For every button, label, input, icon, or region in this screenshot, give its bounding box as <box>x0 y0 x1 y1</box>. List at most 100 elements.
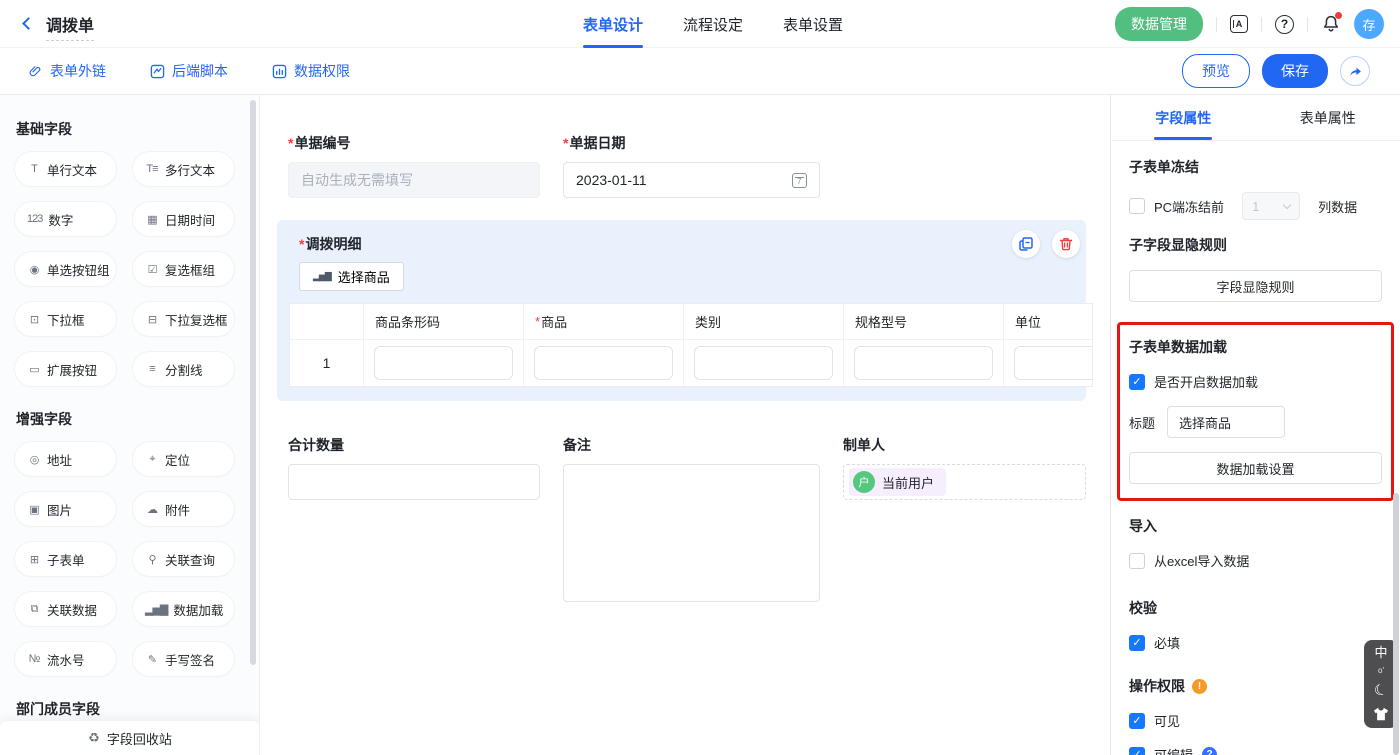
properties-panel: 字段属性 表单属性 子表单冻结 PC端冻结前 1 列数据 子字段显隐规则 字段显… <box>1110 95 1400 755</box>
field-doc-date[interactable]: *单据日期 2023-01-11 <box>563 133 820 198</box>
column-header-category: 类别 <box>684 304 844 340</box>
palette-section-title: 增强字段 <box>16 409 247 429</box>
palette-item-attachment[interactable]: ☁附件 <box>132 491 235 527</box>
sidebar-sections: 基础字段T单行文本T≡多行文本123数字▦日期时间◉单选按钮组☑复选框组⊡下拉框… <box>0 95 259 755</box>
palette-item-divider[interactable]: ≡分割线 <box>132 351 235 387</box>
backend-script[interactable]: 后端脚本 <box>150 61 228 81</box>
freeze-checkbox[interactable] <box>1129 198 1145 214</box>
tab-form-design[interactable]: 表单设计 <box>583 0 643 48</box>
permission-checkbox-0[interactable]: ✓ <box>1129 713 1145 729</box>
permission-checkbox-1[interactable]: ✓ <box>1129 747 1145 755</box>
field-total-qty[interactable]: 合计数量 <box>288 435 540 602</box>
creator-field[interactable]: 户 当前用户 <box>843 464 1086 500</box>
number-icon: 123 <box>27 213 42 225</box>
palette-item-data-load[interactable]: ▂▅▇数据加载 <box>132 591 235 627</box>
palette-item-radio-group[interactable]: ◉单选按钮组 <box>14 251 117 287</box>
language-icon[interactable]: 中 <box>1374 647 1387 659</box>
total-qty-input[interactable] <box>288 464 540 500</box>
enable-data-load-checkbox[interactable]: ✓ <box>1129 374 1145 390</box>
validation-title: 校验 <box>1129 598 1382 618</box>
chevron-down-icon <box>1283 200 1291 208</box>
select-product-button[interactable]: ▂▅▇ 选择商品 <box>299 262 404 291</box>
column-header-product: *商品 <box>524 304 684 340</box>
data-permission[interactable]: 数据权限 <box>272 61 350 81</box>
field-recycle-bin[interactable]: ♻ 字段回收站 <box>0 720 260 755</box>
cell-input-category[interactable] <box>694 346 833 380</box>
palette-item-signature[interactable]: ✎手写签名 <box>132 641 235 677</box>
tab-form-properties[interactable]: 表单属性 <box>1256 95 1400 140</box>
tab-flow-setting[interactable]: 流程设定 <box>683 0 743 48</box>
help-icon[interactable]: ? <box>1275 15 1294 34</box>
palette-item-serial-number[interactable]: №流水号 <box>14 641 117 677</box>
contacts-icon[interactable]: A <box>1230 15 1248 33</box>
column-header-unit: 单位 <box>1004 304 1093 340</box>
form-external-link[interactable]: 表单外链 <box>28 61 106 81</box>
field-creator[interactable]: 制单人 户 当前用户 <box>843 435 1086 602</box>
copy-icon[interactable] <box>1012 230 1040 258</box>
checkbox-group-icon: ☑ <box>145 263 159 276</box>
remark-textarea[interactable] <box>563 464 820 602</box>
lookup-query-icon: ⚲ <box>145 553 159 566</box>
notification-bell-icon[interactable] <box>1321 14 1341 34</box>
permissions-title: 操作权限 ! <box>1129 676 1382 696</box>
script-icon <box>150 64 165 79</box>
palette-item-image[interactable]: ▣图片 <box>14 491 117 527</box>
palette-item-location[interactable]: ⌖定位 <box>132 441 235 477</box>
palette-item-subform[interactable]: ⊞子表单 <box>14 541 117 577</box>
subform-section[interactable]: *调拨明细 ▂▅▇ 选择商品 商品条形码*商品类别规格型号单位 1 <box>277 220 1086 401</box>
field-remark[interactable]: 备注 <box>563 435 820 602</box>
notification-dot <box>1335 12 1342 19</box>
required-mark: * <box>288 135 293 151</box>
freeze-columns-select[interactable]: 1 <box>1242 192 1300 220</box>
palette-item-extend-button[interactable]: ▭扩展按钮 <box>14 351 117 387</box>
palette-section-title: 部门成员字段 <box>16 699 247 719</box>
share-icon[interactable] <box>1340 56 1370 86</box>
excel-import-checkbox[interactable] <box>1129 553 1145 569</box>
cell-input-unit[interactable] <box>1014 346 1093 380</box>
divider <box>1307 17 1308 32</box>
subform-header-row: 商品条形码*商品类别规格型号单位 <box>290 304 1093 340</box>
palette-item-single-line-text[interactable]: T单行文本 <box>14 151 117 187</box>
data-manage-button[interactable]: 数据管理 <box>1115 7 1203 41</box>
cell-input-product[interactable] <box>534 346 673 380</box>
data-load-settings-button[interactable]: 数据加载设置 <box>1129 452 1382 484</box>
row-index-cell: 1 <box>290 340 364 386</box>
save-button[interactable]: 保存 <box>1262 54 1328 88</box>
back-icon[interactable] <box>22 17 35 30</box>
single-line-text-icon: T <box>27 163 41 175</box>
palette-item-select[interactable]: ⊡下拉框 <box>14 301 117 337</box>
field-visibility-rules-button[interactable]: 字段显隐规则 <box>1129 270 1382 302</box>
delete-icon[interactable] <box>1052 230 1080 258</box>
palette-item-number[interactable]: 123数字 <box>14 201 117 237</box>
required-mark: * <box>535 314 540 329</box>
palette-item-linked-data[interactable]: ⧉关联数据 <box>14 591 117 627</box>
palette-item-checkbox-group[interactable]: ☑复选框组 <box>132 251 235 287</box>
sidebar-scrollbar[interactable] <box>250 100 256 665</box>
page-scrollbar[interactable] <box>1393 493 1399 755</box>
avatar[interactable]: 存 <box>1354 9 1384 39</box>
freeze-title: 子表单冻结 <box>1129 157 1382 177</box>
tab-form-setting[interactable]: 表单设置 <box>783 0 843 48</box>
recycle-icon: ♻ <box>88 730 100 746</box>
calendar-icon <box>792 173 807 188</box>
data-load-title-input[interactable]: 选择商品 <box>1167 406 1285 438</box>
doc-no-input[interactable]: 自动生成无需填写 <box>288 162 540 198</box>
doc-date-input[interactable]: 2023-01-11 <box>563 162 820 198</box>
help-icon[interactable]: ? <box>1202 747 1217 755</box>
palette-item-lookup-query[interactable]: ⚲关联查询 <box>132 541 235 577</box>
form-canvas[interactable]: *单据编号 自动生成无需填写 *单据日期 2023-01-11 *调拨明细 ▂▅… <box>260 95 1110 755</box>
palette-item-multi-select[interactable]: ⊟下拉复选框 <box>132 301 235 337</box>
cell-input-spec[interactable] <box>854 346 993 380</box>
palette-item-address[interactable]: ◎地址 <box>14 441 117 477</box>
palette-item-multi-line-text[interactable]: T≡多行文本 <box>132 151 235 187</box>
permissions-list: ✓可见✓可编辑?✓可新增记录✓可编辑已有记录 <box>1129 711 1382 755</box>
palette-item-datetime[interactable]: ▦日期时间 <box>132 201 235 237</box>
required-checkbox[interactable]: ✓ <box>1129 635 1145 651</box>
tab-field-properties[interactable]: 字段属性 <box>1111 95 1256 140</box>
field-doc-no[interactable]: *单据编号 自动生成无需填写 <box>288 133 540 198</box>
preview-button[interactable]: 预览 <box>1182 54 1250 88</box>
dark-mode-moon-icon[interactable]: ☾ <box>1372 680 1390 701</box>
cell-input-barcode[interactable] <box>374 346 513 380</box>
theme-shirt-icon[interactable] <box>1373 707 1389 721</box>
page-title[interactable]: 调拨单 <box>46 12 94 41</box>
